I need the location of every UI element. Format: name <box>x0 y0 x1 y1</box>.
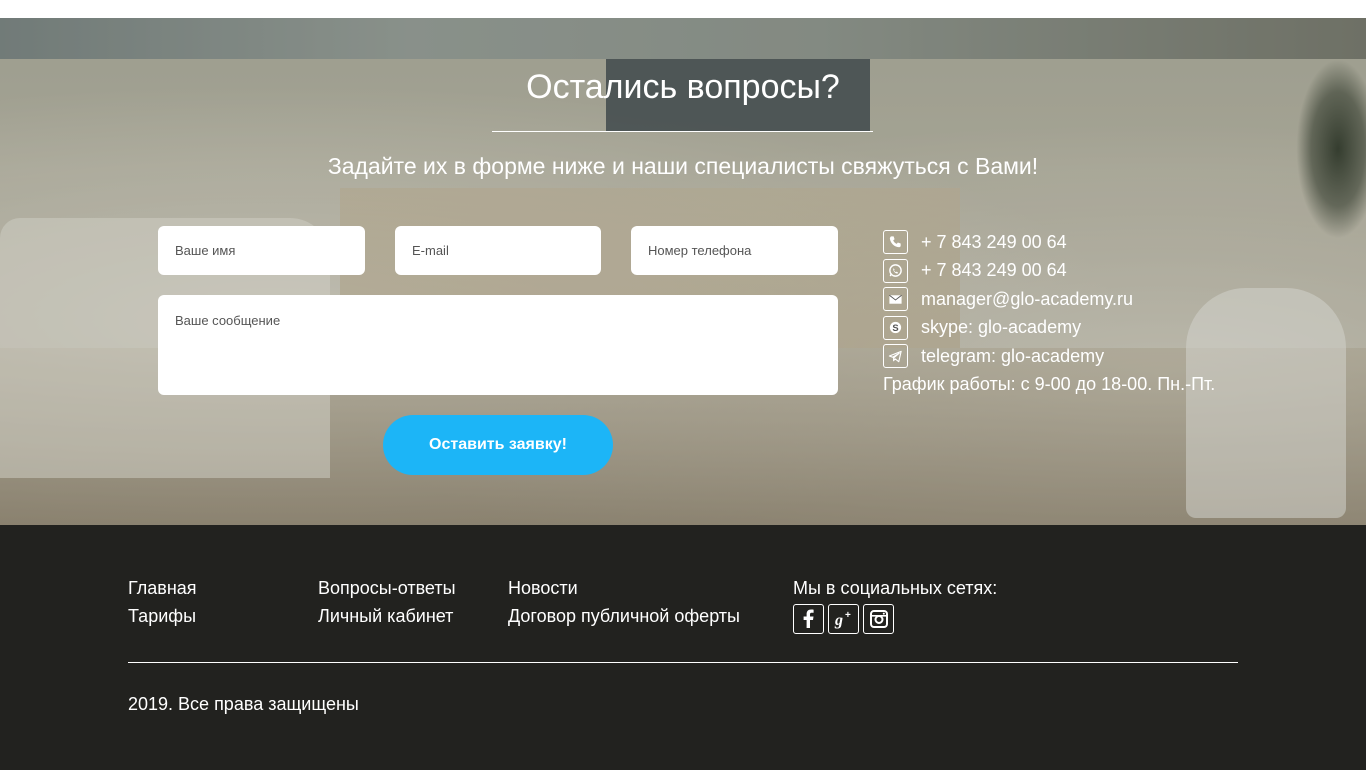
google-plus-icon[interactable]: g + <box>828 604 859 634</box>
footer-link-faq[interactable]: Вопросы-ответы <box>318 574 456 602</box>
footer-nav-column: Главная Тарифы <box>128 574 197 630</box>
svg-text:S: S <box>892 323 898 333</box>
envelope-icon <box>883 287 908 312</box>
contact-whatsapp-text: + 7 843 249 00 64 <box>921 260 1067 281</box>
contact-info: + 7 843 249 00 64 + 7 843 249 00 64 mana… <box>883 228 1215 397</box>
footer-nav-column: Новости Договор публичной оферты <box>508 574 740 630</box>
work-schedule: График работы: с 9-00 до 18-00. Пн.-Пт. <box>883 373 1216 394</box>
whatsapp-icon <box>883 258 908 283</box>
footer-link-account[interactable]: Личный кабинет <box>318 602 456 630</box>
svg-text:g: g <box>834 612 843 629</box>
title-divider <box>492 131 873 132</box>
footer-link-home[interactable]: Главная <box>128 574 197 602</box>
footer-divider <box>128 662 1238 663</box>
footer: Главная Тарифы Вопросы-ответы Личный каб… <box>0 525 1366 770</box>
footer-nav-column: Вопросы-ответы Личный кабинет <box>318 574 456 630</box>
contact-whatsapp[interactable]: + 7 843 249 00 64 <box>883 257 1215 286</box>
contact-email-text: manager@glo-academy.ru <box>921 288 1134 309</box>
phone-input[interactable] <box>631 226 838 275</box>
contact-skype[interactable]: S skype: glo-academy <box>883 314 1215 343</box>
facebook-icon[interactable] <box>793 604 824 634</box>
social-block: Мы в социальных сетях: g + <box>793 574 997 634</box>
contact-skype-text: skype: glo-academy <box>921 317 1082 338</box>
email-input[interactable] <box>395 226 601 275</box>
name-input[interactable] <box>158 226 365 275</box>
phone-icon <box>883 230 908 255</box>
copyright: 2019. Все права защищены <box>128 694 359 714</box>
footer-link-offer[interactable]: Договор публичной оферты <box>508 602 740 630</box>
instagram-icon[interactable] <box>863 604 894 634</box>
submit-request-button[interactable]: Оставить заявку! <box>383 415 613 475</box>
contact-phone-text: + 7 843 249 00 64 <box>921 231 1067 252</box>
contact-telegram[interactable]: telegram: glo-academy <box>883 342 1215 371</box>
telegram-icon <box>883 344 908 369</box>
contact-phone[interactable]: + 7 843 249 00 64 <box>883 228 1215 257</box>
social-label: Мы в социальных сетях: <box>793 578 998 598</box>
skype-icon: S <box>883 315 908 340</box>
section-title: Остались вопросы? <box>526 68 840 106</box>
message-textarea[interactable] <box>158 295 838 395</box>
footer-link-tariffs[interactable]: Тарифы <box>128 602 197 630</box>
section-subtitle: Задайте их в форме ниже и наши специалис… <box>327 153 1039 179</box>
svg-text:+: + <box>845 610 851 621</box>
footer-link-news[interactable]: Новости <box>508 574 740 602</box>
social-icons: g + <box>793 604 997 634</box>
contact-telegram-text: telegram: glo-academy <box>921 345 1105 366</box>
contact-email[interactable]: manager@glo-academy.ru <box>883 285 1215 314</box>
